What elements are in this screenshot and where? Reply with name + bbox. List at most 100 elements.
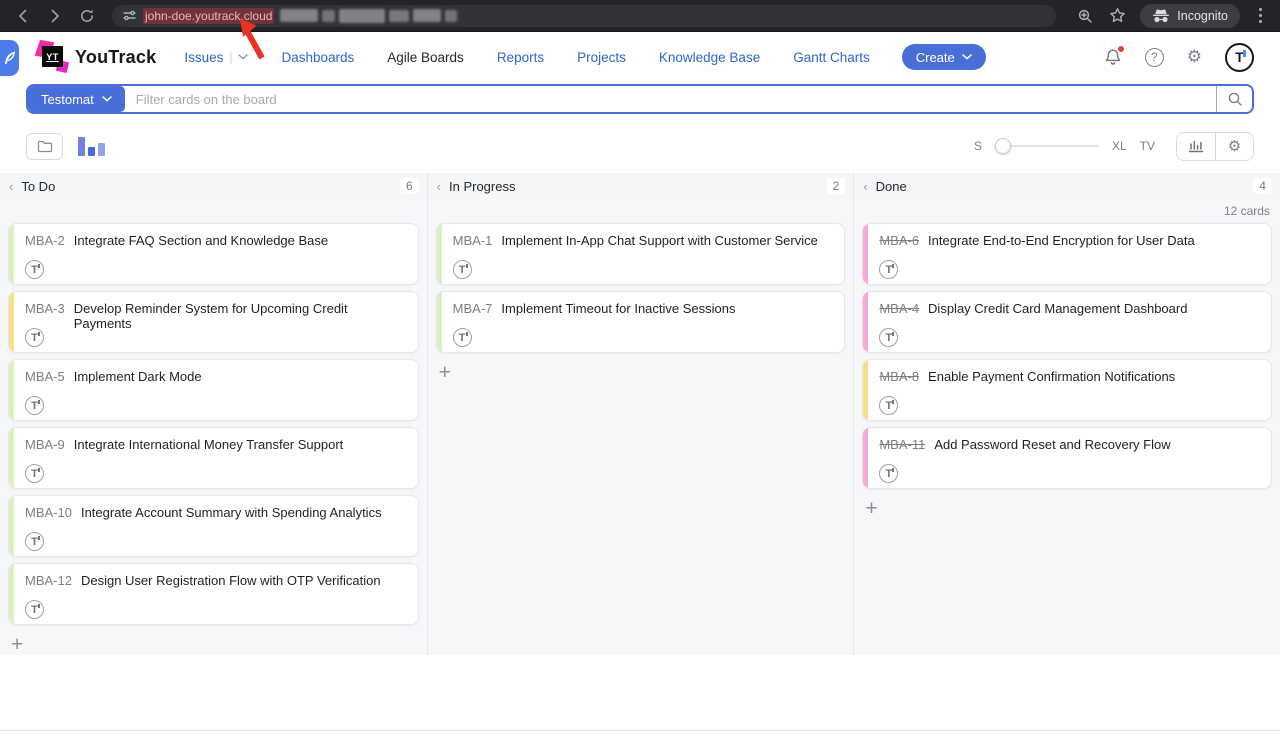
assignee-avatar[interactable]: T [879,260,898,279]
column-header-to-do[interactable]: ‹To Do6 [0,173,427,199]
site-info-icon[interactable] [122,8,137,23]
settings-gear-icon[interactable]: ⚙ [1187,49,1202,66]
chevron-down-icon [102,96,112,102]
assignee-avatar[interactable]: T [25,600,44,619]
card-id[interactable]: MBA-10 [25,505,72,520]
chevron-down-icon[interactable] [238,54,248,60]
card-color-strip [863,292,868,352]
card-title: Enable Payment Confirmation Notification… [928,369,1175,384]
card-id[interactable]: MBA-4 [879,301,919,316]
reload-icon[interactable] [74,3,100,29]
card-id[interactable]: MBA-3 [25,301,65,316]
card-id[interactable]: MBA-2 [25,233,65,248]
assignee-avatar[interactable]: T [453,260,472,279]
nav-item-reports[interactable]: Reports [497,50,544,65]
nav-item-label: Projects [577,50,626,65]
cards-count-label: 12 cards [862,199,1272,223]
bookmark-star-icon[interactable] [1104,3,1130,29]
card-id[interactable]: MBA-5 [25,369,65,384]
app-header: YT YouTrack Issues| Dashboards Agile Board… [0,32,1280,82]
assignee-avatar[interactable]: T [25,464,44,483]
card-MBA-3[interactable]: MBA-3Develop Reminder System for Upcomin… [8,291,419,353]
nav-item-knowledge-base[interactable]: Knowledge Base [659,50,760,65]
add-card-button[interactable]: + [436,359,458,383]
card-MBA-11[interactable]: MBA-11Add Password Reset and Recovery Fl… [862,427,1272,489]
nav-item-dashboards[interactable]: Dashboards [281,50,354,65]
chart-view-toggle-icon[interactable] [78,137,105,156]
browser-menu-icon[interactable] [1250,3,1270,29]
column-header-done[interactable]: ‹Done4 [853,173,1280,199]
assignee-avatar[interactable]: T [25,260,44,279]
backlog-folder-button[interactable] [26,133,63,160]
user-avatar[interactable]: T [1225,43,1254,72]
card-MBA-9[interactable]: MBA-9Integrate International Money Trans… [8,427,419,489]
bottom-separator [0,730,1280,731]
card-id[interactable]: MBA-9 [25,437,65,452]
card-id[interactable]: MBA-7 [453,301,493,316]
histogram-icon [1188,139,1204,153]
column-header-in-progress[interactable]: ‹In Progress2 [427,173,854,199]
card-MBA-12[interactable]: MBA-12Design User Registration Flow with… [8,563,419,625]
column-done: 12 cardsMBA-6Integrate End-to-End Encryp… [853,199,1280,655]
search-button[interactable] [1216,86,1252,112]
slider-knob[interactable] [995,138,1011,154]
assignee-avatar[interactable]: T [25,328,44,347]
collapse-column-icon[interactable]: ‹ [863,179,867,194]
assignee-avatar[interactable]: T [25,396,44,415]
assignee-avatar[interactable]: T [879,464,898,483]
incognito-badge[interactable]: Incognito [1140,4,1240,28]
nav-item-gantt-charts[interactable]: Gantt Charts [793,50,870,65]
youtrack-logo[interactable]: YT [40,44,66,70]
card-title: Integrate FAQ Section and Knowledge Base [74,233,328,248]
nav-item-agile-boards[interactable]: Agile Boards [387,50,464,65]
assignee-avatar[interactable]: T [879,328,898,347]
card-size-slider[interactable] [995,138,1099,154]
card-MBA-4[interactable]: MBA-4Display Credit Card Management Dash… [862,291,1272,353]
notifications-bell-icon[interactable] [1104,48,1122,67]
view-controls: S XL TV ⚙ [26,132,1254,160]
assignee-avatar[interactable]: T [25,532,44,551]
filter-cards-input[interactable] [125,86,1216,112]
card-id[interactable]: MBA-8 [879,369,919,384]
help-icon[interactable]: ? [1145,48,1164,67]
card-id[interactable]: MBA-6 [879,233,919,248]
chart-button[interactable] [1177,133,1215,160]
card-MBA-6[interactable]: MBA-6Integrate End-to-End Encryption for… [862,223,1272,285]
card-row: MBA-3Develop Reminder System for Upcomin… [9,292,418,331]
nav-item-issues[interactable]: Issues| [184,50,248,65]
zoom-page-icon[interactable] [1072,3,1098,29]
card-row: MBA-8 Enable Payment Confirmation Notific… [863,360,1271,384]
tv-mode-label[interactable]: TV [1140,139,1155,153]
assignee-avatar[interactable]: T [453,328,472,347]
nav-item-projects[interactable]: Projects [577,50,626,65]
card-id[interactable]: MBA-11 [879,437,925,452]
assignee-avatar[interactable]: T [879,396,898,415]
card-row: MBA-1Implement In-App Chat Support with … [437,224,845,248]
card-MBA-1[interactable]: MBA-1Implement In-App Chat Support with … [436,223,846,285]
add-card-button[interactable]: + [8,631,30,655]
card-id[interactable]: MBA-1 [453,233,493,248]
nav-item-label: Knowledge Base [659,50,760,65]
forward-icon[interactable] [42,3,68,29]
card-MBA-8[interactable]: MBA-8 Enable Payment Confirmation Notific… [862,359,1272,421]
board-selector-button[interactable]: Testomat [28,86,125,112]
card-color-strip [9,292,14,352]
url-text[interactable]: john-doe.youtrack.cloud [143,8,274,24]
product-name: YouTrack [75,47,156,68]
back-icon[interactable] [10,3,36,29]
column-count-badge: 4 [1253,178,1272,194]
board-settings-button[interactable]: ⚙ [1215,133,1253,160]
create-button[interactable]: Create [902,44,986,70]
address-bar[interactable]: john-doe.youtrack.cloud [112,5,1056,27]
card-MBA-5[interactable]: MBA-5Implement Dark ModeT [8,359,419,421]
add-card-button[interactable]: + [862,495,884,519]
card-id[interactable]: MBA-12 [25,573,72,588]
edge-panel-tab[interactable] [0,40,19,76]
board-area: MBA-2 Integrate FAQ Section and Knowledge… [0,199,1280,655]
card-MBA-7[interactable]: MBA-7Implement Timeout for Inactive Sess… [436,291,846,353]
card-MBA-2[interactable]: MBA-2 Integrate FAQ Section and Knowledge… [8,223,419,285]
collapse-column-icon[interactable]: ‹ [9,179,13,194]
collapse-column-icon[interactable]: ‹ [437,179,441,194]
nav-item-label: Agile Boards [387,50,464,65]
card-MBA-10[interactable]: MBA-10Integrate Account Summary with Spe… [8,495,419,557]
